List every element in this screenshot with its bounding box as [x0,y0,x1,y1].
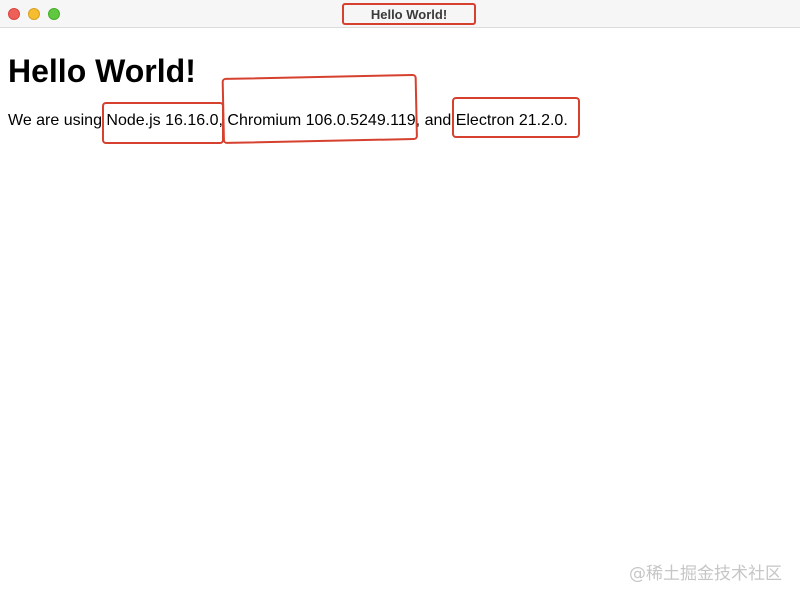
close-window-button[interactable] [8,8,20,20]
page-heading: Hello World! [8,53,196,89]
title-bar[interactable]: Hello World! [0,0,800,28]
node-label: Node.js [106,112,166,129]
versions-paragraph: We are using Node.js 16.16.0, Chromium 1… [8,73,792,144]
electron-version: 21.2.0 [518,112,564,129]
chromium-version: 106.0.5249.119 [305,112,416,129]
page-content: Hello World! We are using Node.js 16.16.… [8,28,792,144]
chromium-label: Chromium [227,112,306,129]
separator-2: , and [415,112,456,129]
zoom-window-button[interactable] [48,8,60,20]
minimize-window-button[interactable] [28,8,40,20]
text-prefix: We are using [8,112,107,129]
window-title: Hello World! [342,3,476,25]
watermark: @稀土掘金技术社区 [629,564,782,584]
node-version-text: Node.js 16.16.0 [102,102,225,144]
suffix: . [563,112,568,129]
node-version: 16.16.0 [165,112,219,129]
electron-label: Electron [455,112,519,129]
chromium-version-text: Chromium 106.0.5249.119 [222,73,419,144]
electron-version-text: Electron 21.2.0. [451,97,580,138]
app-window: Hello World! Hello World! We are using N… [0,0,800,600]
